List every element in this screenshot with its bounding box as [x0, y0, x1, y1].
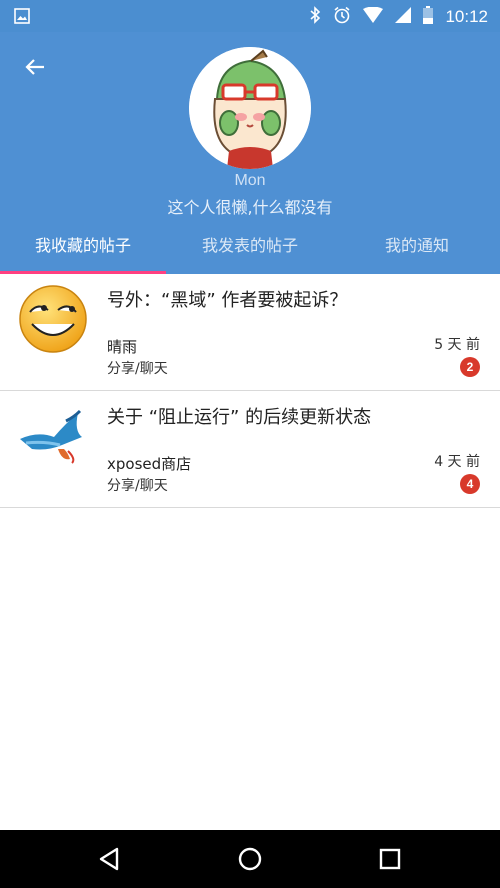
list-item[interactable]: 号外：“黑域” 作者要被起诉？ 晴雨 分享/聊天 5 天 前 2	[0, 274, 500, 391]
tab-my-posts[interactable]: 我发表的帖子	[166, 228, 334, 274]
status-bar: 10:12	[0, 0, 500, 32]
post-time: 4 天 前	[434, 454, 480, 470]
wifi-icon	[363, 6, 384, 27]
triangle-back-icon	[97, 847, 123, 876]
post-category: 分享/聊天	[107, 361, 168, 377]
square-recents-icon	[377, 848, 403, 876]
signal-icon	[395, 7, 412, 27]
smiley-face-icon	[18, 284, 88, 354]
clock-time: 10:12	[445, 7, 488, 26]
user-bio: 这个人很懒,什么都没有	[167, 198, 333, 217]
alarm-icon	[333, 6, 351, 28]
reply-count-badge: 2	[460, 357, 480, 377]
image-icon	[14, 8, 30, 28]
post-author: xposed商店	[107, 455, 192, 473]
tab-favorite-posts[interactable]: 我收藏的帖子	[0, 228, 166, 274]
post-author: 晴雨	[107, 338, 138, 356]
post-list: 号外：“黑域” 作者要被起诉？ 晴雨 分享/聊天 5 天 前 2 关于 “阻止运…	[0, 274, 500, 508]
cartoon-avatar-icon	[189, 47, 311, 169]
post-category: 分享/聊天	[107, 478, 168, 494]
nav-home-button[interactable]	[237, 846, 263, 872]
avatar[interactable]	[189, 47, 311, 169]
profile-header: Mon 这个人很懒,什么都没有 我收藏的帖子 我发表的帖子 我的通知	[0, 32, 500, 274]
reply-count-badge: 4	[460, 474, 480, 494]
back-button[interactable]	[20, 52, 50, 82]
tab-bar: 我收藏的帖子 我发表的帖子 我的通知	[0, 228, 500, 274]
nav-back-button[interactable]	[97, 846, 123, 872]
bird-logo-icon	[18, 401, 88, 471]
circle-home-icon	[237, 847, 263, 876]
post-title: 关于 “阻止运行” 的后续更新状态	[107, 407, 372, 428]
battery-icon	[423, 6, 434, 28]
nav-recents-button[interactable]	[377, 846, 403, 872]
tab-my-notifications[interactable]: 我的通知	[334, 228, 500, 274]
post-time: 5 天 前	[434, 337, 480, 353]
arrow-left-icon	[20, 59, 50, 86]
username: Mon	[234, 172, 266, 189]
system-nav-bar	[0, 830, 500, 888]
post-title: 号外：“黑域” 作者要被起诉？	[107, 290, 348, 311]
bluetooth-icon	[309, 6, 321, 28]
list-item[interactable]: 关于 “阻止运行” 的后续更新状态 xposed商店 分享/聊天 4 天 前 4	[0, 391, 500, 508]
